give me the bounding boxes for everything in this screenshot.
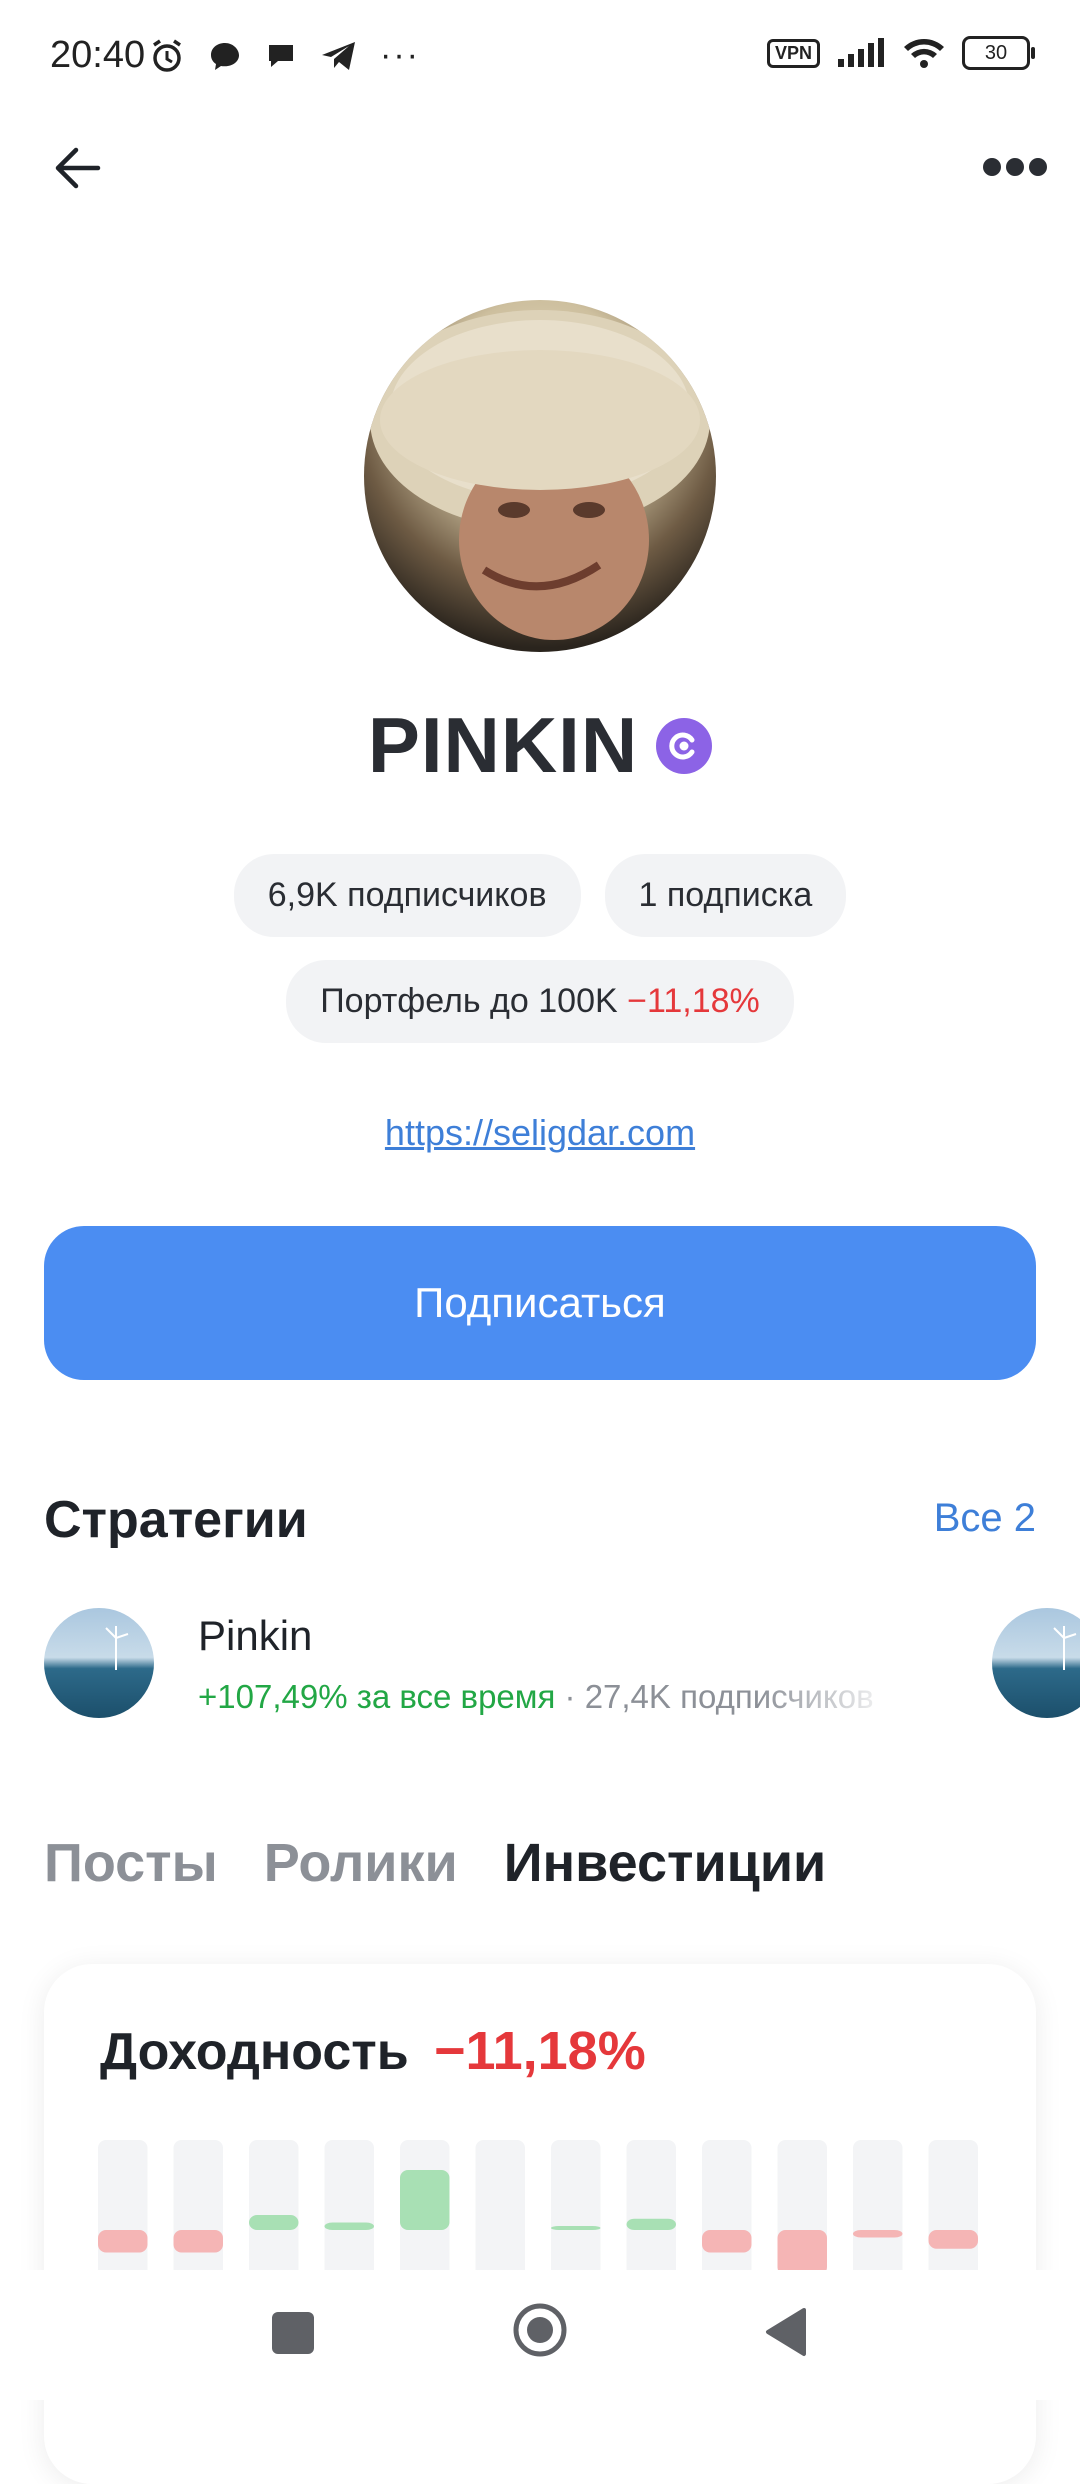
more-options-icon[interactable] [980, 150, 1050, 184]
alarm-icon [153, 39, 181, 72]
strategy-name[interactable]: Pinkin [198, 1612, 312, 1660]
more-notifications-icon: ··· [380, 36, 420, 74]
subscribers-pill[interactable]: 6,9K подписчиков [233, 854, 581, 937]
subscriptions-pill[interactable]: 1 подписка [604, 854, 847, 937]
subscribe-button[interactable]: Подписаться [44, 1226, 1036, 1380]
status-time: 20:40 [50, 34, 146, 76]
telegram-icon [322, 41, 355, 70]
wifi-icon [904, 39, 944, 68]
returns-card[interactable]: Доходность −11,18% [44, 1964, 1036, 2484]
home-icon[interactable] [512, 2302, 568, 2358]
return-bar[interactable] [324, 2222, 375, 2231]
notification-icons: ··· [148, 36, 420, 75]
portfolio-pill-row: Портфель до 100K −11,18% [0, 960, 1080, 1043]
battery-icon: 30 [962, 36, 1035, 70]
returns-value: −11,18% [434, 2021, 646, 2081]
return-bar[interactable] [702, 2230, 752, 2253]
return-bar[interactable] [928, 2230, 979, 2249]
stats-pills-row: 6,9K подписчиков 1 подписка [0, 854, 1080, 937]
vpn-icon: VPN [766, 38, 820, 68]
returns-title: Доходность [100, 2023, 409, 2081]
return-bar[interactable] [98, 2230, 148, 2253]
avatar [364, 300, 716, 652]
wind-turbine-image [105, 1626, 129, 1670]
wind-turbine-image [1053, 1626, 1077, 1670]
website-link[interactable]: https://seligdar.com [0, 1112, 1080, 1154]
return-bar[interactable] [400, 2170, 450, 2230]
tab-investments[interactable]: Инвестиции [504, 1832, 827, 1894]
messages-icon [269, 44, 293, 67]
strategy-thumbnail-next[interactable] [992, 1608, 1080, 1718]
return-bar[interactable] [626, 2218, 677, 2230]
portfolio-label: Портфель до 100K [320, 982, 618, 1020]
return-bar[interactable] [173, 2230, 224, 2253]
strategy-subscribers: 27,4K подписчиков [584, 1678, 874, 1715]
return-bar[interactable] [777, 2230, 828, 2275]
strategies-title: Стратегии [44, 1491, 308, 1549]
recent-apps-icon[interactable] [272, 2312, 314, 2354]
portfolio-change: −11,18% [627, 982, 760, 1020]
verified-badge-icon [656, 717, 713, 774]
back-arrow-icon[interactable] [50, 140, 106, 196]
chat-bubble-icon [211, 42, 239, 70]
portfolio-pill[interactable]: Портфель до 100K −11,18% [286, 960, 794, 1043]
system-icons: VPN 30 [766, 36, 1035, 70]
system-navigation-bar [0, 2270, 1080, 2400]
strategy-meta: +107,49% за все время · 27,4K подписчико… [198, 1678, 898, 1716]
strategies-all-link[interactable]: Все 2 [934, 1496, 1036, 1541]
return-bar[interactable] [249, 2215, 299, 2230]
tab-posts[interactable]: Посты [44, 1832, 218, 1894]
strategy-separator: · [555, 1678, 585, 1715]
avatar-image [364, 310, 716, 652]
profile-name: PINKIN [367, 701, 639, 789]
profile-name-row: PINKIN [0, 700, 1080, 791]
signal-icon [838, 38, 884, 67]
return-bar[interactable] [853, 2230, 903, 2238]
return-bar[interactable] [551, 2226, 601, 2230]
tab-videos[interactable]: Ролики [264, 1832, 458, 1894]
status-bar: 20:40 ··· VPN 30 [0, 0, 1080, 110]
strategy-return: +107,49% за все время [198, 1678, 556, 1715]
strategy-thumbnail[interactable] [44, 1608, 154, 1718]
nav-back-icon[interactable] [764, 2306, 810, 2358]
profile-tabs: Посты Ролики Инвестиции [44, 1832, 826, 1894]
